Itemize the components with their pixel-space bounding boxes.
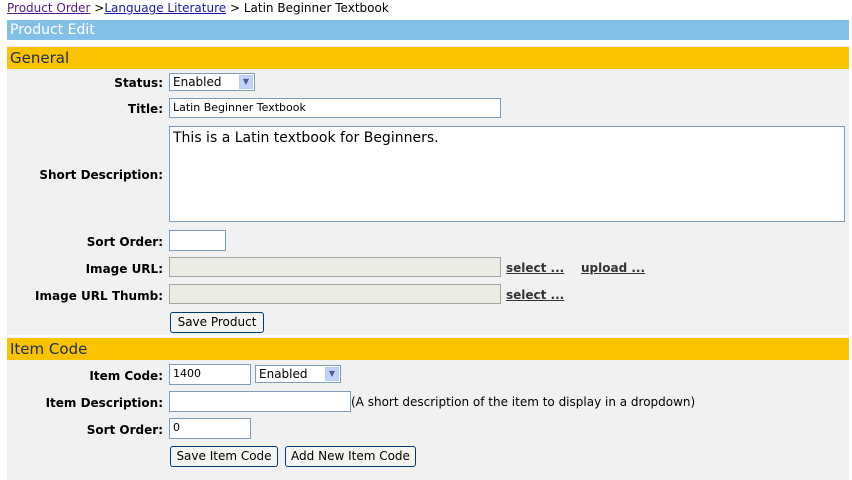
breadcrumb-language-literature-link[interactable]: Language Literature xyxy=(104,1,226,15)
image-url-select-link[interactable]: select ... xyxy=(506,260,564,276)
image-url-thumb-input[interactable] xyxy=(169,284,501,304)
breadcrumb-current: Latin Beginner Textbook xyxy=(243,1,389,15)
add-new-item-code-button[interactable]: Add New Item Code xyxy=(285,446,416,467)
item-code-input[interactable]: 1400 xyxy=(169,364,251,385)
general-section-title: General xyxy=(10,49,70,67)
image-url-thumb-label: Image URL Thumb: xyxy=(35,289,163,303)
page-title-bar: Product Edit xyxy=(7,20,849,40)
sort-order-input[interactable] xyxy=(169,230,226,251)
item-sort-order-label: Sort Order: xyxy=(86,423,163,437)
breadcrumb-product-order-link[interactable]: Product Order xyxy=(7,1,90,15)
title-input[interactable]: Latin Beginner Textbook xyxy=(169,98,501,118)
chevron-down-icon[interactable]: ▼ xyxy=(325,367,339,381)
item-code-section-header: Item Code xyxy=(7,338,849,360)
item-code-status-value: Enabled xyxy=(259,367,308,381)
short-description-textarea[interactable]: This is a Latin textbook for Beginners. xyxy=(169,126,845,222)
sort-order-label: Sort Order: xyxy=(86,235,163,249)
item-code-label: Item Code: xyxy=(89,369,163,383)
short-description-label: Short Description: xyxy=(39,168,163,182)
item-description-label: Item Description: xyxy=(45,396,163,410)
title-label: Title: xyxy=(127,102,163,116)
item-description-hint: (A short description of the item to disp… xyxy=(351,395,696,409)
image-url-input[interactable] xyxy=(169,257,501,277)
status-select[interactable]: Enabled ▼ xyxy=(169,73,255,91)
save-item-code-button[interactable]: Save Item Code xyxy=(170,446,278,467)
chevron-down-icon[interactable]: ▼ xyxy=(239,75,253,89)
breadcrumb-separator: > xyxy=(90,1,105,15)
breadcrumb: Product Order >Language Literature > Lat… xyxy=(7,1,389,15)
general-section-header: General xyxy=(7,47,849,69)
item-code-status-select[interactable]: Enabled ▼ xyxy=(255,365,341,383)
status-select-value: Enabled xyxy=(173,75,222,89)
item-description-input[interactable] xyxy=(169,391,351,412)
status-label: Status: xyxy=(114,76,163,90)
breadcrumb-separator: > xyxy=(226,1,244,15)
save-product-button[interactable]: Save Product xyxy=(170,312,264,333)
page-title: Product Edit xyxy=(10,22,95,38)
image-url-upload-link[interactable]: upload ... xyxy=(581,260,645,276)
item-code-section-title: Item Code xyxy=(10,340,88,358)
item-sort-order-input[interactable]: 0 xyxy=(169,418,251,439)
image-url-label: Image URL: xyxy=(85,262,163,276)
image-url-thumb-select-link[interactable]: select ... xyxy=(506,287,564,303)
